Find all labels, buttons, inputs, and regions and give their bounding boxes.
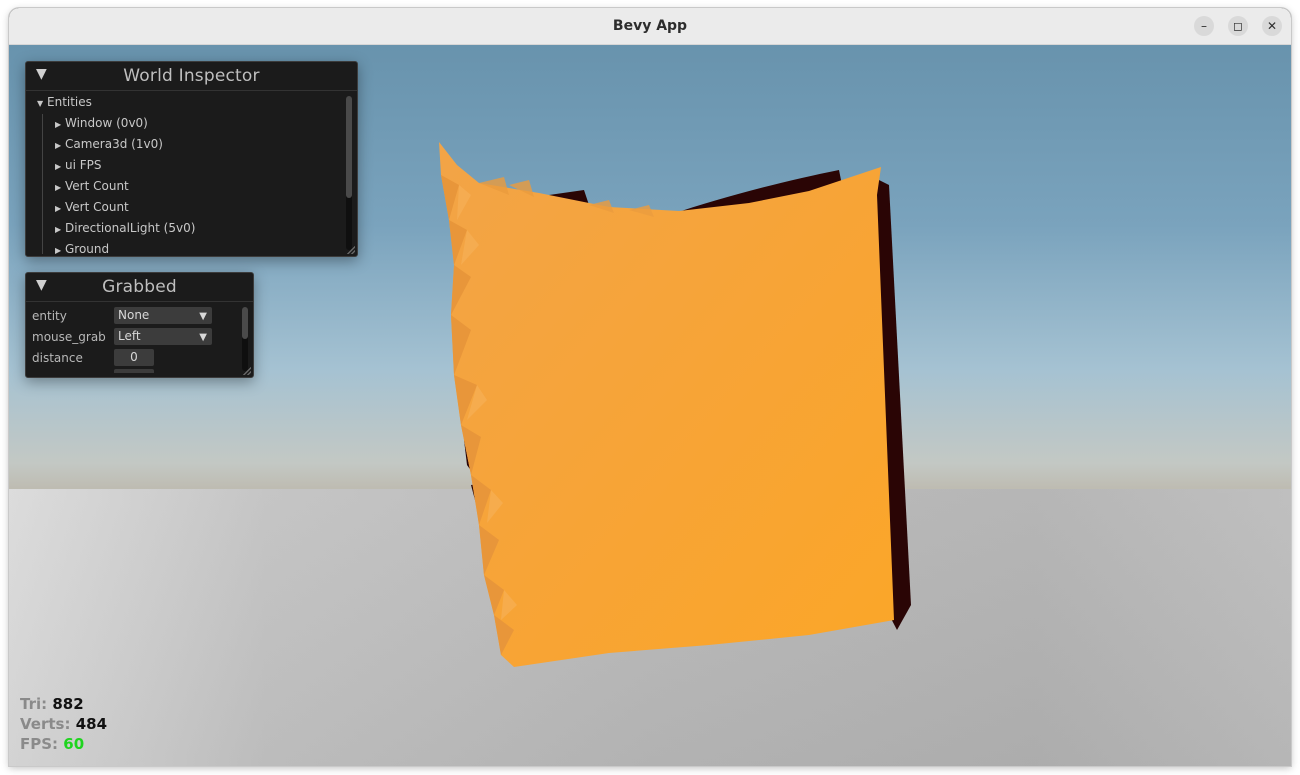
entity-dropdown[interactable]: None ▼ [114,307,212,324]
tree-item-label: Vert Count [65,179,129,193]
verts-value: 484 [75,715,108,733]
tree-item-label: Camera3d (1v0) [65,137,163,151]
tree-root-entities[interactable]: ▼ Entities [26,92,343,113]
collapsed-triangle-icon: ▶ [55,183,62,192]
tri-value: 882 [52,695,84,713]
world-inspector-header[interactable]: ▼ World Inspector [26,62,357,91]
cloth-front [439,142,894,667]
tri-label: Tri: [20,695,48,713]
tree-item-ui-fps[interactable]: ▶ ui FPS [26,155,343,176]
collapsed-triangle-icon: ▶ [55,162,62,171]
dropdown-value: None [118,308,150,322]
tree-item-directional-light[interactable]: ▶ DirectionalLight (5v0) [26,218,343,239]
verts-count: Verts: 484 [20,715,107,733]
tree-item-label: Vert Count [65,200,129,214]
grabbed-scrollbar[interactable] [242,307,248,371]
maximize-icon: ◻ [1233,19,1243,33]
field-label-distance: distance [32,351,83,365]
tree-item-label: Window (0v0) [65,116,148,130]
collapsed-triangle-icon: ▶ [55,204,62,213]
tree-item-vert-count-2[interactable]: ▶ Vert Count [26,197,343,218]
tree-item-vert-count[interactable]: ▶ Vert Count [26,176,343,197]
tree-item-label: DirectionalLight (5v0) [65,221,196,235]
collapsed-triangle-icon: ▶ [55,225,62,234]
tree-root-label: Entities [47,95,92,109]
collapsed-triangle-icon: ▶ [55,141,62,150]
dropdown-caret-icon: ▼ [199,311,207,322]
tree-scrollbar[interactable] [346,96,352,250]
tree-item-ground[interactable]: ▶ Ground [26,239,343,254]
field-mouse-grab: mouse_grab Left ▼ [32,328,232,346]
window-title: Bevy App [612,18,688,34]
field-label-entity: entity [32,309,67,323]
minimize-icon: – [1201,19,1207,33]
grabbed-panel: ▼ Grabbed entity None ▼ mouse_grab Left … [25,272,254,378]
resize-grip-icon[interactable] [243,367,251,375]
field-distance: distance 0 [32,349,232,367]
close-button[interactable]: ✕ [1262,16,1282,36]
dropdown-caret-icon: ▼ [199,332,207,343]
mouse-grab-dropdown[interactable]: Left ▼ [114,328,212,345]
maximize-button[interactable]: ◻ [1228,16,1248,36]
3d-viewport[interactable]: ▼ World Inspector ▼ Entities ▶ Window (0v0… [9,45,1291,766]
next-field-partial [114,369,154,373]
world-inspector-panel: ▼ World Inspector ▼ Entities ▶ Window (0v0… [25,61,358,257]
field-label-mouse-grab: mouse_grab [32,330,106,344]
scrollbar-thumb[interactable] [346,96,352,198]
tree-item-camera3d[interactable]: ▶ Camera3d (1v0) [26,134,343,155]
fps-counter: FPS: 60 [20,735,84,753]
panel-title: Grabbed [102,277,177,297]
tree-item-label: ui FPS [65,158,102,172]
collapsed-triangle-icon: ▶ [55,246,62,254]
resize-grip-icon[interactable] [347,246,355,254]
fps-value: 60 [63,735,85,753]
distance-input[interactable]: 0 [114,349,154,366]
field-entity: entity None ▼ [32,307,232,325]
tri-count: Tri: 882 [20,695,84,713]
dropdown-value: Left [118,329,141,343]
grabbed-header[interactable]: ▼ Grabbed [26,273,253,302]
collapsed-triangle-icon: ▶ [55,120,62,129]
app-window: Bevy App – ◻ ✕ ▼ World Inspector ▼ Entit… [9,8,1291,766]
fps-label: FPS: [20,735,59,753]
expanded-triangle-icon: ▼ [37,99,44,108]
verts-label: Verts: [20,715,71,733]
entity-tree: ▼ Entities ▶ Window (0v0) ▶ Camera3d (1v0) … [26,92,343,254]
scrollbar-thumb[interactable] [242,307,248,339]
title-bar[interactable]: Bevy App – ◻ ✕ [9,8,1291,45]
tree-item-window[interactable]: ▶ Window (0v0) [26,113,343,134]
tree-item-label: Ground [65,242,110,254]
panel-title: World Inspector [123,66,260,86]
close-icon: ✕ [1266,19,1278,33]
minimize-button[interactable]: – [1194,16,1214,36]
